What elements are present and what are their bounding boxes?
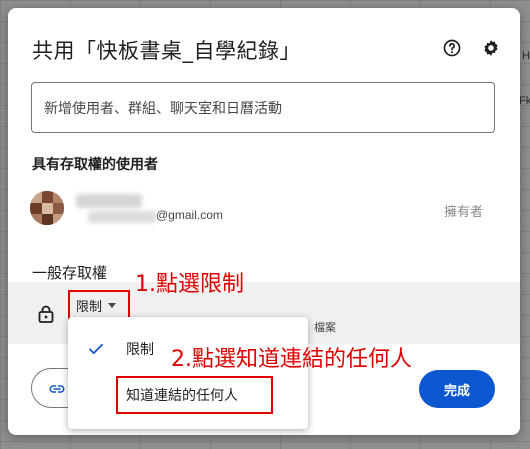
access-description: 檔案 (314, 321, 336, 334)
person-role: 擁有者 (443, 205, 483, 220)
gear-icon[interactable] (480, 37, 502, 59)
add-people-placeholder: 新增使用者、群組、聊天室和日曆活動 (44, 100, 282, 117)
done-button[interactable]: 完成 (419, 370, 495, 408)
general-access-label: 一般存取權 (32, 264, 108, 282)
background-cell-text: Fk (519, 95, 530, 107)
avatar (30, 191, 64, 225)
dialog-title: 共用「快板書桌_自學紀錄」 (32, 39, 301, 63)
help-circle-icon[interactable] (441, 37, 463, 59)
link-icon (48, 380, 66, 402)
add-people-input[interactable]: 新增使用者、群組、聊天室和日曆活動 (31, 82, 495, 133)
annotation-step-1: 1.點選限制 (135, 272, 244, 297)
person-email-redacted (88, 211, 156, 223)
lock-icon (33, 301, 59, 327)
chevron-down-icon (108, 302, 117, 308)
menu-item-label: 限制 (126, 342, 154, 358)
menu-item-anyone-with-link[interactable]: 知道連結的任何人 (116, 376, 273, 414)
access-level-value: 限制 (76, 299, 103, 315)
background-cell-text: H (522, 50, 530, 62)
person-email-suffix: @gmail.com (156, 208, 223, 222)
check-icon (87, 340, 105, 362)
person-name-redacted (76, 194, 142, 208)
menu-item-label: 知道連結的任何人 (126, 388, 238, 404)
annotation-step-2: 2.點選知道連結的任何人 (171, 347, 412, 372)
access-level-dropdown[interactable]: 限制 (68, 290, 130, 320)
people-section-label: 具有存取權的使用者 (32, 157, 158, 173)
